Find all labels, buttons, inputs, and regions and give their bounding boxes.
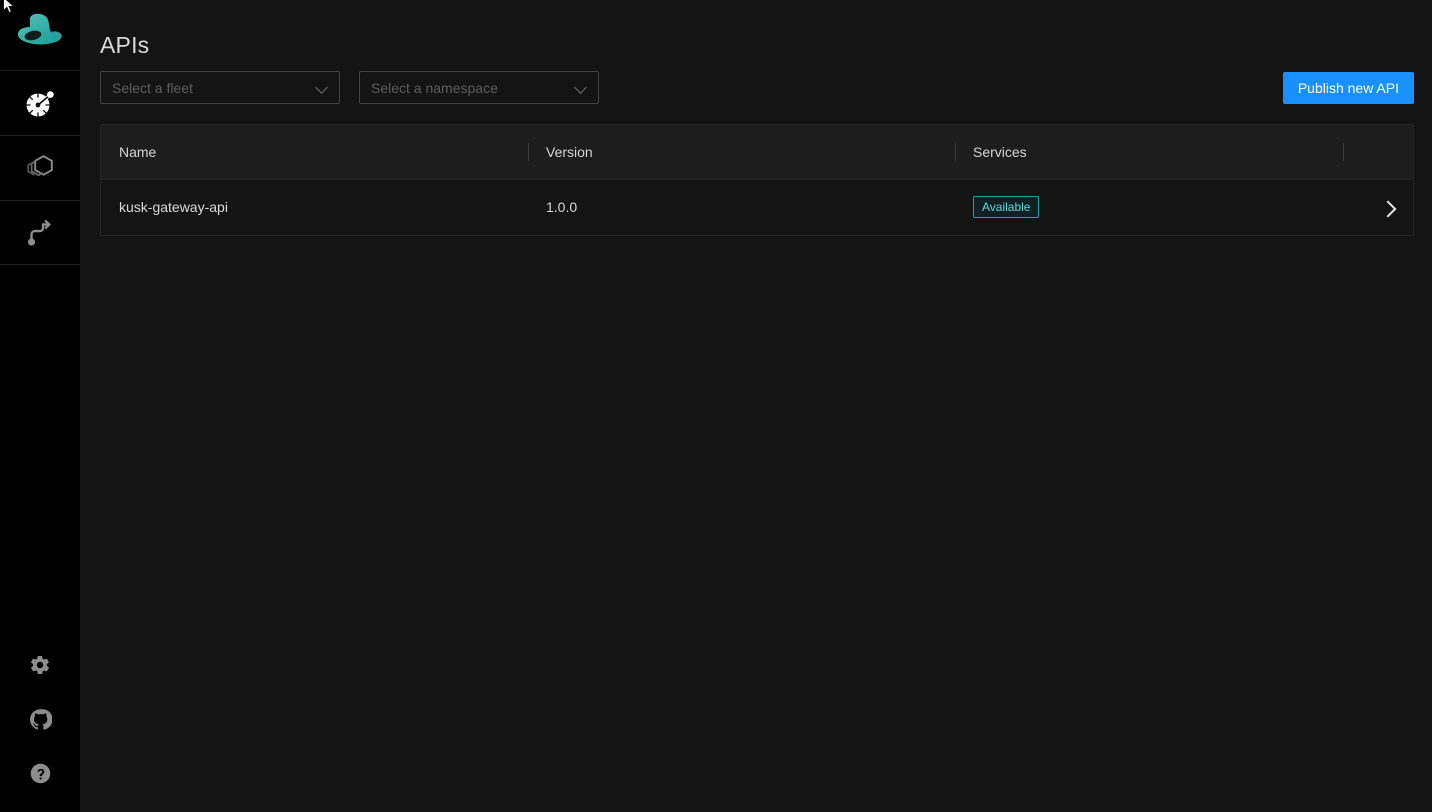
top-hat-logo-icon bbox=[17, 13, 62, 45]
table-header-row: Name Version Services bbox=[101, 125, 1413, 179]
fleet-select[interactable]: Select a fleet bbox=[100, 71, 340, 104]
brand-logo[interactable] bbox=[0, 0, 80, 70]
fleet-select-placeholder: Select a fleet bbox=[112, 79, 193, 96]
sidebar-item-fleets[interactable] bbox=[0, 70, 80, 135]
publish-new-api-button[interactable]: Publish new API bbox=[1282, 71, 1414, 104]
namespace-select-placeholder: Select a namespace bbox=[371, 79, 498, 96]
chevron-down-icon bbox=[576, 82, 587, 93]
table-row[interactable]: kusk-gateway-api 1.0.0 Available bbox=[101, 178, 1413, 235]
page-title: APIs bbox=[100, 32, 150, 58]
table-header: Name Version Services bbox=[101, 125, 1413, 179]
route-path-icon bbox=[27, 219, 51, 246]
sidebar-item-settings[interactable] bbox=[21, 646, 59, 684]
filters-toolbar: Select a fleet Select a namespace Publis… bbox=[100, 71, 1414, 104]
sidebar bbox=[0, 0, 80, 812]
apis-table: Name Version Services kusk-gateway-api 1… bbox=[100, 124, 1414, 236]
sidebar-nav bbox=[0, 70, 80, 265]
column-header-actions bbox=[1343, 125, 1413, 179]
chevron-down-icon bbox=[317, 82, 328, 93]
column-header-name: Name bbox=[101, 125, 528, 179]
app-root: APIs Select a fleet Select a namespace P… bbox=[0, 0, 1432, 812]
chevron-right-icon[interactable] bbox=[1381, 201, 1395, 215]
gear-icon bbox=[30, 656, 49, 674]
cell-api-services: Available bbox=[955, 178, 1343, 235]
fleet-gauge-icon bbox=[25, 91, 54, 118]
status-badge: Available bbox=[973, 196, 1040, 219]
cell-api-version: 1.0.0 bbox=[528, 178, 955, 235]
column-header-version: Version bbox=[528, 125, 955, 179]
github-icon bbox=[29, 708, 52, 730]
sidebar-item-apis[interactable] bbox=[0, 135, 80, 200]
cell-api-name: kusk-gateway-api bbox=[101, 178, 528, 235]
sidebar-item-routes[interactable] bbox=[0, 200, 80, 265]
cell-row-action[interactable] bbox=[1343, 178, 1413, 235]
hexagons-apis-icon bbox=[27, 155, 53, 177]
namespace-select[interactable]: Select a namespace bbox=[359, 71, 599, 104]
help-question-icon bbox=[30, 763, 50, 783]
main-content: APIs Select a fleet Select a namespace P… bbox=[80, 0, 1432, 812]
sidebar-item-github[interactable] bbox=[21, 700, 59, 738]
sidebar-bottom-nav bbox=[0, 646, 80, 812]
table-body: kusk-gateway-api 1.0.0 Available bbox=[101, 178, 1413, 235]
sidebar-item-help[interactable] bbox=[21, 754, 59, 792]
column-header-services: Services bbox=[955, 125, 1343, 179]
